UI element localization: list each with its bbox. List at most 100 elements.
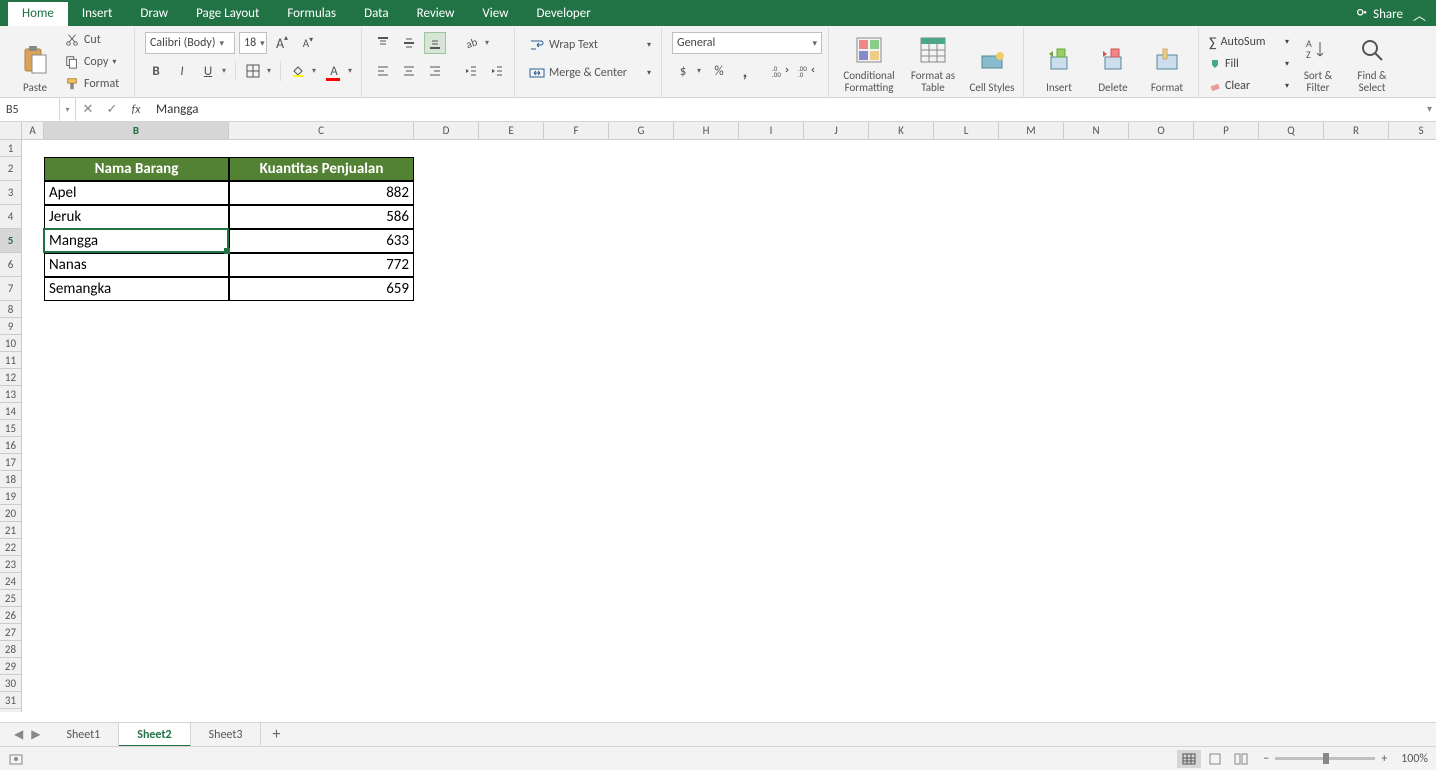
row-header[interactable]: 19 <box>0 488 22 505</box>
row-header[interactable]: 14 <box>0 403 22 420</box>
merge-center-button[interactable]: Merge & Center ▾ <box>525 62 655 84</box>
column-header[interactable]: J <box>804 122 869 140</box>
select-all-corner[interactable] <box>0 122 22 140</box>
fontcolor-caret[interactable]: ▾ <box>345 60 355 82</box>
italic-button[interactable]: I <box>171 60 193 82</box>
row-header[interactable]: 16 <box>0 437 22 454</box>
macro-record-icon[interactable] <box>8 751 24 767</box>
row-header[interactable]: 1 <box>0 140 22 157</box>
underline-caret[interactable]: ▾ <box>219 60 229 82</box>
column-header[interactable]: R <box>1324 122 1389 140</box>
column-header[interactable]: O <box>1129 122 1194 140</box>
align-center-button[interactable] <box>398 60 420 82</box>
row-header[interactable]: 21 <box>0 522 22 539</box>
column-header[interactable]: L <box>934 122 999 140</box>
ribbon-tab-page-layout[interactable]: Page Layout <box>182 2 273 26</box>
row-header[interactable]: 32 <box>0 709 22 712</box>
fx-button[interactable]: fx <box>124 98 148 121</box>
column-header[interactable]: N <box>1064 122 1129 140</box>
column-header[interactable]: G <box>609 122 674 140</box>
cell[interactable]: Nama Barang <box>44 157 229 181</box>
add-sheet-button[interactable]: + <box>261 725 291 744</box>
font-color-button[interactable]: A <box>323 60 345 82</box>
format-painter-button[interactable]: Format <box>64 74 128 94</box>
currency-button[interactable]: $ <box>672 60 694 82</box>
chevron-up-icon[interactable]: ︿ <box>1413 5 1426 24</box>
orientation-caret[interactable]: ▾ <box>482 32 492 54</box>
row-header[interactable]: 11 <box>0 352 22 369</box>
row-header[interactable]: 28 <box>0 641 22 658</box>
column-header[interactable]: A <box>22 122 44 140</box>
cell[interactable]: Semangka <box>44 277 229 301</box>
zoom-value[interactable]: 100% <box>1401 752 1428 766</box>
zoom-slider[interactable] <box>1275 757 1375 760</box>
find-select-button[interactable]: Find & Select <box>1347 30 1397 94</box>
row-header[interactable]: 31 <box>0 692 22 709</box>
sheet-nav-next[interactable]: ▶ <box>31 727 40 742</box>
formula-input[interactable]: Mangga <box>148 102 1436 117</box>
cell[interactable]: Apel <box>44 181 229 205</box>
spreadsheet-grid[interactable]: ABCDEFGHIJKLMNOPQRS 12345678910111213141… <box>0 122 1436 712</box>
row-header[interactable]: 17 <box>0 454 22 471</box>
align-middle-button[interactable] <box>398 32 420 54</box>
increase-decimal-button[interactable]: .0.00 <box>770 60 792 82</box>
paste-button[interactable]: Paste <box>10 30 60 94</box>
cell[interactable]: Nanas <box>44 253 229 277</box>
decrease-decimal-button[interactable]: .00.0 <box>796 60 818 82</box>
fill-caret[interactable]: ▾ <box>309 60 319 82</box>
align-bottom-button[interactable] <box>424 32 446 54</box>
row-header[interactable]: 18 <box>0 471 22 488</box>
fill-color-button[interactable] <box>287 60 309 82</box>
ribbon-tab-review[interactable]: Review <box>403 2 469 26</box>
row-header[interactable]: 2 <box>0 157 22 181</box>
page-layout-view-button[interactable] <box>1203 750 1227 768</box>
font-name-combo[interactable]: Calibri (Body)▾ <box>145 32 235 54</box>
cell-styles-button[interactable]: Cell Styles <box>967 30 1017 94</box>
enter-formula-button[interactable]: ✓ <box>100 98 124 121</box>
row-header[interactable]: 6 <box>0 253 22 277</box>
orientation-button[interactable]: ab <box>460 32 482 54</box>
row-header[interactable]: 10 <box>0 335 22 352</box>
bold-button[interactable]: B <box>145 60 167 82</box>
border-button[interactable] <box>242 60 264 82</box>
column-header[interactable]: S <box>1389 122 1436 140</box>
ribbon-tab-formulas[interactable]: Formulas <box>273 2 350 26</box>
sheet-tab[interactable]: Sheet2 <box>119 723 190 747</box>
ribbon-tab-draw[interactable]: Draw <box>126 2 182 26</box>
row-header[interactable]: 26 <box>0 607 22 624</box>
zoom-out-button[interactable]: − <box>1263 752 1269 766</box>
column-header[interactable]: Q <box>1259 122 1324 140</box>
format-cells-button[interactable]: Format <box>1142 30 1192 94</box>
row-header[interactable]: 15 <box>0 420 22 437</box>
row-header[interactable]: 8 <box>0 301 22 318</box>
row-header[interactable]: 7 <box>0 277 22 301</box>
column-header[interactable]: C <box>229 122 414 140</box>
row-header[interactable]: 29 <box>0 658 22 675</box>
row-header[interactable]: 30 <box>0 675 22 692</box>
column-header[interactable]: K <box>869 122 934 140</box>
formula-expand-button[interactable]: ▾ <box>1427 102 1432 115</box>
currency-caret[interactable]: ▾ <box>694 60 704 82</box>
conditional-formatting-button[interactable]: Conditional Formatting <box>839 30 899 94</box>
ribbon-tab-view[interactable]: View <box>468 2 522 26</box>
border-caret[interactable]: ▾ <box>264 60 274 82</box>
cell[interactable]: 772 <box>229 253 414 277</box>
wrap-text-button[interactable]: Wrap Text ▾ <box>525 34 655 56</box>
percent-button[interactable]: % <box>708 60 730 82</box>
decrease-font-button[interactable]: A▾ <box>297 32 319 54</box>
ribbon-tab-data[interactable]: Data <box>350 2 403 26</box>
delete-cells-button[interactable]: Delete <box>1088 30 1138 94</box>
ribbon-tab-insert[interactable]: Insert <box>68 2 127 26</box>
column-header[interactable]: B <box>44 122 229 140</box>
sheet-nav-prev[interactable]: ◀ <box>14 727 23 742</box>
format-as-table-button[interactable]: Format as Table <box>903 30 963 94</box>
row-header[interactable]: 25 <box>0 590 22 607</box>
sheet-tab[interactable]: Sheet1 <box>48 723 119 747</box>
cell[interactable]: Kuantitas Penjualan <box>229 157 414 181</box>
cell[interactable]: 586 <box>229 205 414 229</box>
underline-button[interactable]: U <box>197 60 219 82</box>
cell[interactable]: Mangga <box>44 229 229 253</box>
name-box[interactable]: B5 <box>0 98 60 121</box>
row-header[interactable]: 13 <box>0 386 22 403</box>
column-header[interactable]: I <box>739 122 804 140</box>
